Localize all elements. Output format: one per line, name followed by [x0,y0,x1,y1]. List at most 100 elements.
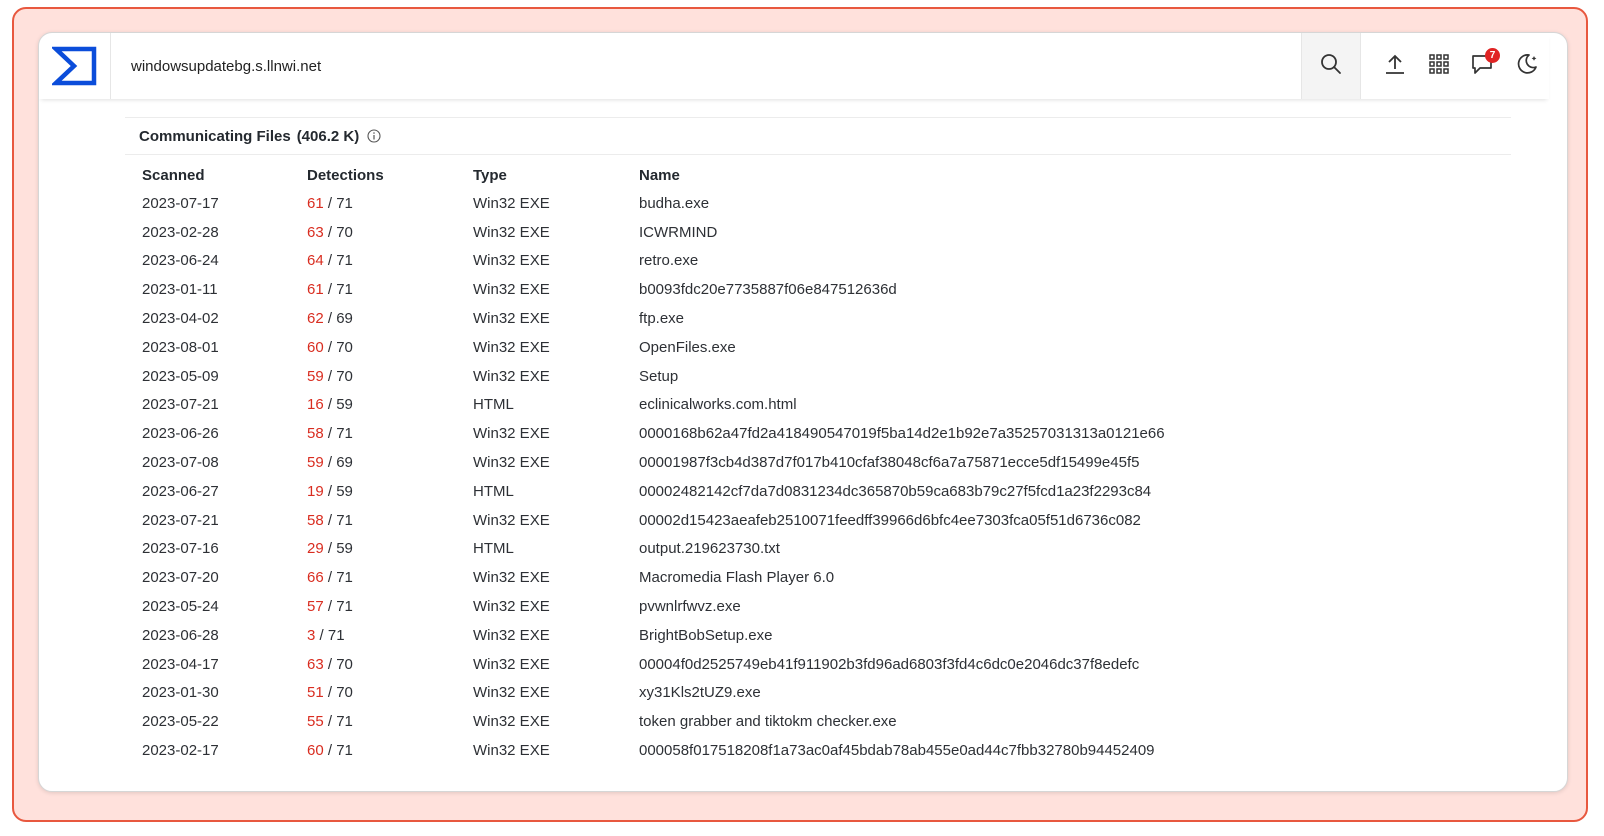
file-type: HTML [473,482,514,500]
table-row[interactable]: 2023-07-21 58 / 71 Win32 EXE 00002d15423aea… [142,506,1509,535]
column-header-name[interactable]: Name [639,161,1509,189]
detections-positives: 58 [307,511,324,529]
detections-positives: 29 [307,540,324,558]
detections-total: / 71 [323,598,353,616]
file-name[interactable]: b0093fdc20e7735887f06e847512636d [639,275,1509,304]
file-name[interactable]: 000058f017518208f1a73ac0af45bdab78ab455e… [639,736,1509,765]
detections[interactable]: 3 / 71 [307,621,473,650]
file-type: Win32 EXE [473,425,550,443]
detections[interactable]: 61 / 71 [307,275,473,304]
file-name[interactable]: eclinicalworks.com.html [639,391,1509,420]
column-header-scanned[interactable]: Scanned [142,161,307,189]
table-row[interactable]: 2023-07-16 29 / 59 HTML output.219623730.tx… [142,535,1509,564]
detections-total: / 71 [323,252,353,270]
table-row[interactable]: 2023-05-22 55 / 71 Win32 EXE token grabber … [142,707,1509,736]
detections[interactable]: 58 / 71 [307,419,473,448]
detections-positives: 64 [307,252,324,270]
detections-positives: 59 [307,367,324,385]
file-name[interactable]: ICWRMIND [639,218,1509,247]
scanned-date: 2023-07-17 [142,194,219,212]
file-name[interactable]: pvwnlrfwvz.exe [639,592,1509,621]
upload-button[interactable] [1373,33,1417,99]
file-name[interactable]: 00004f0d2525749eb41f911902b3fd96ad6803f3… [639,650,1509,679]
table-row[interactable]: 2023-05-24 57 / 71 Win32 EXE pvwnlrfwvz.exe [142,592,1509,621]
detections[interactable]: 16 / 59 [307,391,473,420]
search-button[interactable] [1301,33,1361,99]
file-type: Win32 EXE [473,511,550,529]
search-input[interactable]: windowsupdatebg.s.llnwi.net [111,58,1301,75]
column-header-detections[interactable]: Detections [307,161,473,189]
section-title: Communicating Files [139,127,291,145]
file-name[interactable]: ftp.exe [639,304,1509,333]
notifications-button[interactable]: 7 [1461,33,1505,99]
table-row[interactable]: 2023-05-09 59 / 70 Win32 EXE Setup [142,362,1509,391]
file-name[interactable]: Macromedia Flash Player 6.0 [639,563,1509,592]
detections[interactable]: 59 / 69 [307,448,473,477]
detections[interactable]: 63 / 70 [307,650,473,679]
apps-menu-button[interactable] [1417,33,1461,99]
detections[interactable]: 57 / 71 [307,592,473,621]
file-name[interactable]: 00002d15423aeafeb2510071feedff39966d6bfc… [639,506,1509,535]
file-name[interactable]: output.219623730.txt [639,535,1509,564]
detections-total: / 70 [323,367,353,385]
table-row[interactable]: 2023-06-24 64 / 71 Win32 EXE retro.exe [142,247,1509,276]
detections-total: / 71 [323,511,353,529]
table-row[interactable]: 2023-04-02 62 / 69 Win32 EXE ftp.exe [142,304,1509,333]
detections[interactable]: 61 / 71 [307,189,473,218]
detections-total: / 71 [323,742,353,760]
detections[interactable]: 66 / 71 [307,563,473,592]
file-name[interactable]: 00001987f3cb4d387d7f017b410cfaf38048cf6a… [639,448,1509,477]
column-header-type[interactable]: Type [473,161,639,189]
file-type: Win32 EXE [473,569,550,587]
section-header: Communicating Files (406.2 K) [125,117,1511,155]
table-row[interactable]: 2023-02-28 63 / 70 Win32 EXE ICWRMIND [142,218,1509,247]
detections[interactable]: 64 / 71 [307,247,473,276]
detections[interactable]: 59 / 70 [307,362,473,391]
table-row[interactable]: 2023-06-27 19 / 59 HTML 00002482142cf7da7d0… [142,477,1509,506]
table-row[interactable]: 2023-06-28 3 / 71 Win32 EXE BrightBobSetup.… [142,621,1509,650]
detections[interactable]: 19 / 59 [307,477,473,506]
detections[interactable]: 29 / 59 [307,535,473,564]
communicating-files-section: Communicating Files (406.2 K) Scanned De… [125,117,1511,765]
table-row[interactable]: 2023-02-17 60 / 71 Win32 EXE 000058f0175182… [142,736,1509,765]
file-type: Win32 EXE [473,367,550,385]
notification-count-badge: 7 [1485,48,1500,63]
sigma-logo-icon[interactable] [39,33,111,99]
scanned-date: 2023-08-01 [142,338,219,356]
detections[interactable]: 62 / 69 [307,304,473,333]
file-name[interactable]: retro.exe [639,247,1509,276]
detections[interactable]: 63 / 70 [307,218,473,247]
table-row[interactable]: 2023-01-11 61 / 71 Win32 EXE b0093fdc20e773… [142,275,1509,304]
detections[interactable]: 51 / 70 [307,679,473,708]
file-type: Win32 EXE [473,252,550,270]
file-name[interactable]: OpenFiles.exe [639,333,1509,362]
detections-positives: 16 [307,396,324,414]
files-table: Scanned Detections Type Name 2023-07-17 6… [142,161,1509,765]
detections[interactable]: 55 / 71 [307,707,473,736]
file-name[interactable]: 00002482142cf7da7d0831234dc365870b59ca68… [639,477,1509,506]
detections-positives: 63 [307,223,324,241]
table-row[interactable]: 2023-07-08 59 / 69 Win32 EXE 00001987f3cb4d… [142,448,1509,477]
info-icon[interactable] [367,129,381,143]
detections[interactable]: 58 / 71 [307,506,473,535]
file-name[interactable]: token grabber and tiktokm checker.exe [639,707,1509,736]
file-name[interactable]: budha.exe [639,189,1509,218]
table-row[interactable]: 2023-06-26 58 / 71 Win32 EXE 0000168b62a47f… [142,419,1509,448]
file-name[interactable]: BrightBobSetup.exe [639,621,1509,650]
table-row[interactable]: 2023-01-30 51 / 70 Win32 EXE xy31Kls2tUZ9.e… [142,679,1509,708]
file-type: Win32 EXE [473,281,550,299]
table-row[interactable]: 2023-08-01 60 / 70 Win32 EXE OpenFiles.exe [142,333,1509,362]
file-type: Win32 EXE [473,713,550,731]
scanned-date: 2023-07-20 [142,569,219,587]
table-row[interactable]: 2023-04-17 63 / 70 Win32 EXE 00004f0d252574… [142,650,1509,679]
theme-toggle-button[interactable] [1505,33,1549,99]
detections[interactable]: 60 / 70 [307,333,473,362]
table-row[interactable]: 2023-07-20 66 / 71 Win32 EXE Macromedia Fla… [142,563,1509,592]
table-row[interactable]: 2023-07-21 16 / 59 HTML eclinicalworks.com.… [142,391,1509,420]
detections[interactable]: 60 / 71 [307,736,473,765]
file-name[interactable]: 0000168b62a47fd2a418490547019f5ba14d2e1b… [639,419,1509,448]
file-name[interactable]: xy31Kls2tUZ9.exe [639,679,1509,708]
detections-total: / 70 [323,655,353,673]
file-name[interactable]: Setup [639,362,1509,391]
table-row[interactable]: 2023-07-17 61 / 71 Win32 EXE budha.exe [142,189,1509,218]
